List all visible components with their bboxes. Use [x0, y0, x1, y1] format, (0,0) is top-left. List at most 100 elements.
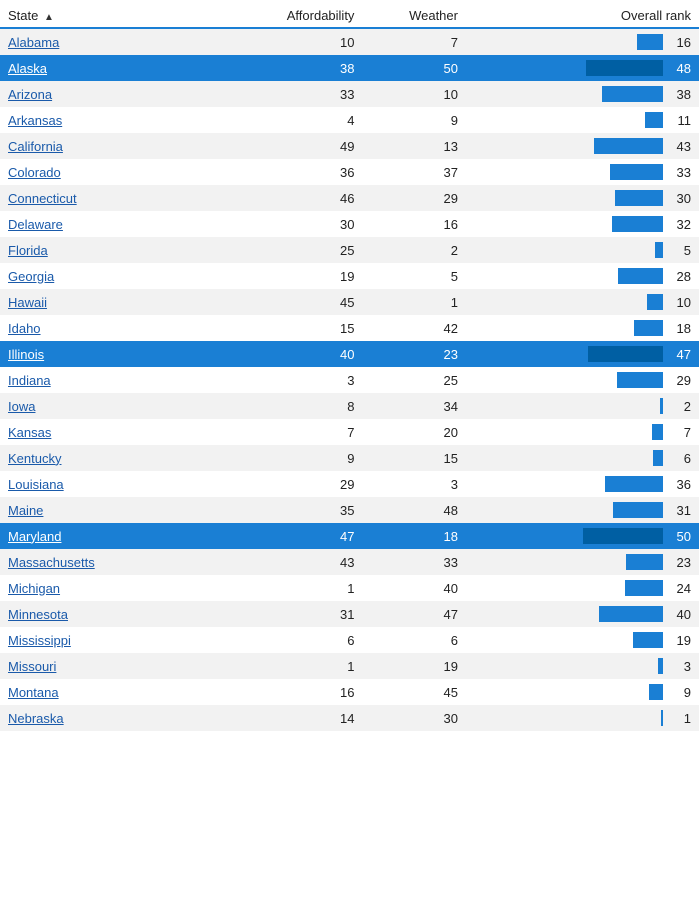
table-row[interactable]: Nebraska14301 [0, 705, 699, 731]
rank-cell: 3 [466, 653, 699, 679]
state-cell[interactable]: Idaho [0, 315, 207, 341]
table-row[interactable]: Florida2525 [0, 237, 699, 263]
table-row[interactable]: Georgia19528 [0, 263, 699, 289]
weather-cell: 34 [362, 393, 466, 419]
state-header[interactable]: State ▲ [0, 0, 207, 28]
state-cell[interactable]: Nebraska [0, 705, 207, 731]
table-row[interactable]: Kentucky9156 [0, 445, 699, 471]
affordability-cell: 16 [207, 679, 362, 705]
affordability-cell: 1 [207, 653, 362, 679]
affordability-cell: 38 [207, 55, 362, 81]
state-cell[interactable]: Arkansas [0, 107, 207, 133]
weather-cell: 47 [362, 601, 466, 627]
table-row[interactable]: Maryland471850 [0, 523, 699, 549]
weather-cell: 6 [362, 627, 466, 653]
table-row[interactable]: Arkansas49 11 [0, 107, 699, 133]
affordability-cell: 19 [207, 263, 362, 289]
state-cell[interactable]: Connecticut [0, 185, 207, 211]
rank-number: 5 [667, 243, 691, 258]
table-row[interactable]: Delaware301632 [0, 211, 699, 237]
table-row[interactable]: Massachusetts433323 [0, 549, 699, 575]
rank-number: 11 [667, 113, 691, 128]
affordability-header[interactable]: Affordability [207, 0, 362, 28]
table-row[interactable]: Alaska385048 [0, 55, 699, 81]
table-row[interactable]: Alabama10716 [0, 28, 699, 55]
table-row[interactable]: Connecticut462930 [0, 185, 699, 211]
state-cell[interactable]: Kentucky [0, 445, 207, 471]
affordability-cell: 40 [207, 341, 362, 367]
affordability-cell: 6 [207, 627, 362, 653]
table-row[interactable]: Kansas7207 [0, 419, 699, 445]
rank-cell: 11 [466, 107, 699, 133]
state-cell[interactable]: Florida [0, 237, 207, 263]
state-cell[interactable]: Missouri [0, 653, 207, 679]
sort-arrow-icon: ▲ [44, 12, 54, 23]
table-row[interactable]: Indiana32529 [0, 367, 699, 393]
state-cell[interactable]: Alaska [0, 55, 207, 81]
rank-cell: 1 [466, 705, 699, 731]
state-cell[interactable]: Maryland [0, 523, 207, 549]
state-cell[interactable]: Mississippi [0, 627, 207, 653]
table-row[interactable]: Maine354831 [0, 497, 699, 523]
affordability-cell: 29 [207, 471, 362, 497]
weather-header[interactable]: Weather [362, 0, 466, 28]
rank-bar [594, 138, 663, 154]
state-cell[interactable]: California [0, 133, 207, 159]
rank-cell: 16 [466, 28, 699, 55]
state-cell[interactable]: Hawaii [0, 289, 207, 315]
rank-number: 9 [667, 685, 691, 700]
table-row[interactable]: Colorado363733 [0, 159, 699, 185]
table-row[interactable]: Idaho154218 [0, 315, 699, 341]
state-cell[interactable]: Arizona [0, 81, 207, 107]
table-row[interactable]: Michigan14024 [0, 575, 699, 601]
header-row: State ▲ Affordability Weather Overall ra… [0, 0, 699, 28]
weather-cell: 9 [362, 107, 466, 133]
weather-cell: 3 [362, 471, 466, 497]
state-cell[interactable]: Maine [0, 497, 207, 523]
state-cell[interactable]: Kansas [0, 419, 207, 445]
table-row[interactable]: Missouri1193 [0, 653, 699, 679]
rank-cell: 2 [466, 393, 699, 419]
state-cell[interactable]: Delaware [0, 211, 207, 237]
state-cell[interactable]: Iowa [0, 393, 207, 419]
rank-number: 1 [667, 711, 691, 726]
affordability-cell: 46 [207, 185, 362, 211]
rank-header[interactable]: Overall rank [466, 0, 699, 28]
table-row[interactable]: Montana16459 [0, 679, 699, 705]
table-row[interactable]: Arizona331038 [0, 81, 699, 107]
state-cell[interactable]: Louisiana [0, 471, 207, 497]
state-cell[interactable]: Minnesota [0, 601, 207, 627]
table-row[interactable]: California491343 [0, 133, 699, 159]
table-row[interactable]: Mississippi6619 [0, 627, 699, 653]
rank-cell: 32 [466, 211, 699, 237]
table-row[interactable]: Illinois402347 [0, 341, 699, 367]
rank-bar [610, 164, 663, 180]
rank-number: 31 [667, 503, 691, 518]
table-scroll[interactable]: State ▲ Affordability Weather Overall ra… [0, 0, 699, 917]
rank-number: 32 [667, 217, 691, 232]
affordability-cell: 8 [207, 393, 362, 419]
state-cell[interactable]: Illinois [0, 341, 207, 367]
rank-cell: 28 [466, 263, 699, 289]
state-cell[interactable]: Montana [0, 679, 207, 705]
rank-cell: 10 [466, 289, 699, 315]
state-cell[interactable]: Colorado [0, 159, 207, 185]
affordability-cell: 7 [207, 419, 362, 445]
state-cell[interactable]: Michigan [0, 575, 207, 601]
state-cell[interactable]: Alabama [0, 28, 207, 55]
weather-cell: 23 [362, 341, 466, 367]
state-cell[interactable]: Georgia [0, 263, 207, 289]
state-cell[interactable]: Indiana [0, 367, 207, 393]
affordability-cell: 4 [207, 107, 362, 133]
affordability-cell: 3 [207, 367, 362, 393]
rank-bar [626, 554, 663, 570]
state-cell[interactable]: Massachusetts [0, 549, 207, 575]
table-row[interactable]: Minnesota314740 [0, 601, 699, 627]
table-row[interactable]: Iowa8342 [0, 393, 699, 419]
table-row[interactable]: Hawaii45110 [0, 289, 699, 315]
affordability-cell: 14 [207, 705, 362, 731]
table-row[interactable]: Louisiana29336 [0, 471, 699, 497]
rank-bar [660, 398, 663, 414]
weather-cell: 1 [362, 289, 466, 315]
rank-number: 50 [667, 529, 691, 544]
